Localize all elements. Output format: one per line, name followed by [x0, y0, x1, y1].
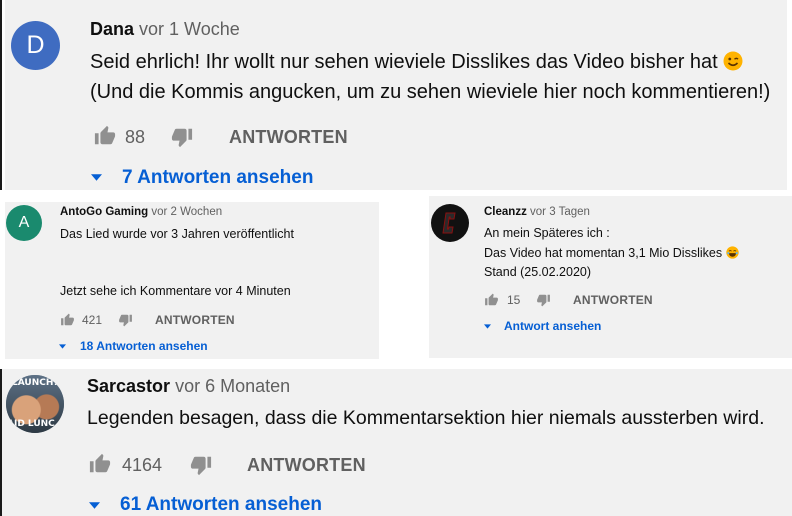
dislike-icon[interactable]	[189, 454, 213, 476]
comment-text-line: Stand (25.02.2020)	[484, 265, 592, 279]
view-replies-button[interactable]: Antwort ansehen	[504, 319, 601, 333]
comment-author[interactable]: Dana	[90, 19, 134, 39]
comment-author[interactable]: Sarcastor	[87, 376, 170, 396]
reply-button[interactable]: ANTWORTEN	[247, 455, 366, 476]
reply-button[interactable]: ANTWORTEN	[229, 127, 348, 148]
logo-icon	[442, 212, 456, 234]
like-icon[interactable]	[484, 293, 499, 307]
like-icon[interactable]	[88, 453, 112, 475]
dislike-icon[interactable]	[536, 293, 551, 307]
comment-text-line: Das Video hat momentan 3,1 Mio Disslikes	[484, 246, 723, 260]
like-count: 15	[507, 293, 521, 307]
avatar[interactable]: D	[11, 21, 60, 70]
avatar[interactable]	[431, 204, 469, 242]
view-replies-button[interactable]: 18 Antworten ansehen	[80, 339, 208, 353]
chevron-down-icon[interactable]	[484, 324, 491, 329]
avatar-letter: D	[26, 31, 45, 59]
view-replies-button[interactable]: 7 Antworten ansehen	[122, 167, 313, 189]
frame-divider	[0, 0, 2, 190]
comment-time[interactable]: vor 1 Woche	[139, 19, 240, 39]
like-icon[interactable]	[60, 313, 75, 327]
comment-text-line: Das Lied wurde vor 3 Jahren veröffentlic…	[60, 227, 294, 241]
like-count: 421	[82, 313, 103, 327]
reply-button[interactable]: ANTWORTEN	[573, 293, 653, 307]
comment-time[interactable]: vor 6 Monaten	[175, 376, 290, 396]
like-count: 4164	[122, 455, 163, 475]
comment-text-line: An mein Späteres ich :	[484, 226, 610, 240]
chevron-down-icon[interactable]	[59, 344, 66, 349]
like-icon[interactable]	[93, 125, 117, 147]
dislike-icon[interactable]	[170, 126, 194, 148]
comment-text-line: Jetzt sehe ich Kommentare vor 4 Minuten	[60, 284, 291, 298]
avatar[interactable]: A	[6, 205, 42, 241]
avatar-letter: A	[18, 214, 30, 231]
chevron-down-icon[interactable]	[89, 502, 100, 509]
comment-text-line: (Und die Kommis angucken, um zu sehen wi…	[90, 81, 771, 103]
chevron-down-icon[interactable]	[91, 174, 102, 181]
comment-sarcastor: LAUNCH? AID LUNC Sarcastor vor 6 Monaten…	[0, 369, 792, 516]
comment-time[interactable]: vor 2 Wochen	[151, 206, 222, 218]
dislike-icon[interactable]	[118, 313, 133, 327]
avatar[interactable]: LAUNCH? AID LUNC	[6, 375, 64, 433]
comment-author[interactable]: AntoGo Gaming	[60, 206, 148, 218]
wink-emoji-icon	[723, 51, 743, 71]
avatar-text: AID LUNC	[7, 419, 55, 429]
comment-antogo: A AntoGo Gaming vor 2 Wochen Das Lied wu…	[5, 202, 379, 359]
comment-dana: D Dana vor 1 Woche Seid ehrlich! Ihr wol…	[5, 0, 787, 190]
reply-button[interactable]: ANTWORTEN	[155, 313, 235, 327]
comment-text-line: Legenden besagen, dass die Kommentarsekt…	[87, 407, 765, 429]
comment-author[interactable]: Cleanzz	[484, 206, 527, 218]
comment-text-line: Seid ehrlich! Ihr wollt nur sehen wievie…	[90, 51, 718, 73]
comment-cleanzz: Cleanzz vor 3 Tagen An mein Späteres ich…	[429, 196, 792, 358]
like-count: 88	[125, 127, 146, 147]
frame-divider	[0, 369, 2, 516]
comment-time[interactable]: vor 3 Tagen	[530, 206, 590, 218]
avatar-text: LAUNCH?	[12, 378, 59, 388]
laughing-emoji-icon	[725, 246, 739, 259]
view-replies-button[interactable]: 61 Antworten ansehen	[120, 494, 322, 516]
